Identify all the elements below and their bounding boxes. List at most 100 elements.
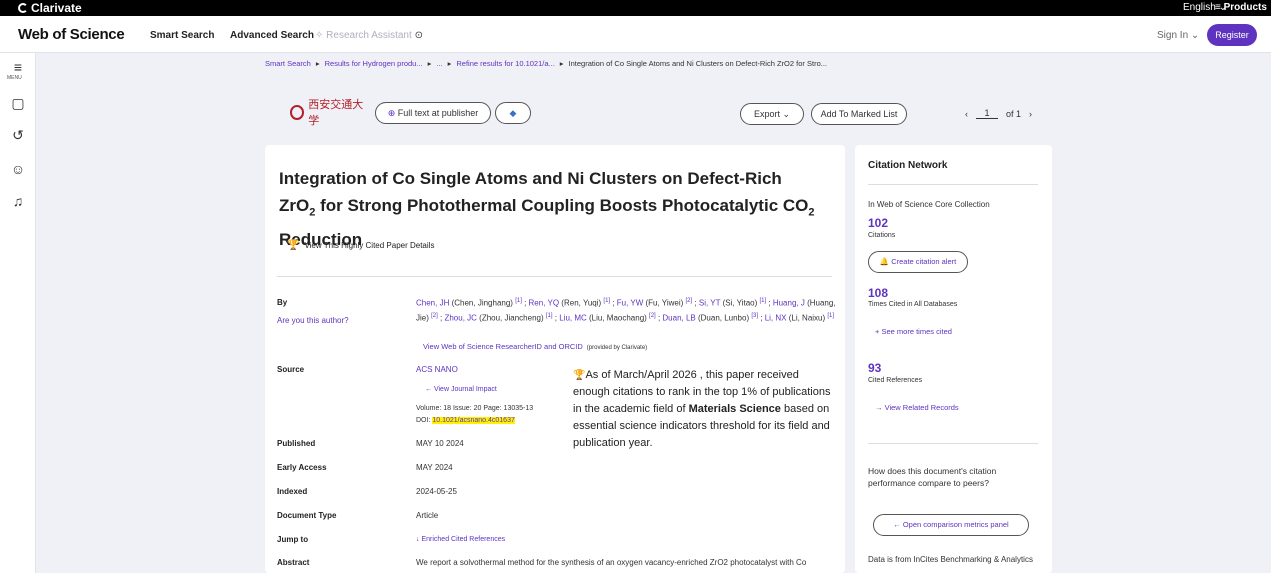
- breadcrumb: Smart Search ▸ Results for Hydrogen prod…: [265, 59, 827, 68]
- diamond-icon: ◆: [509, 108, 517, 118]
- app-header: Web of Science Smart Search Advanced Sea…: [0, 16, 1271, 53]
- times-cited-all-count[interactable]: 108: [868, 286, 888, 300]
- highly-cited-note: 🏆As of March/April 2026 , this paper rec…: [573, 367, 835, 452]
- profile-icon[interactable]: ☺: [9, 161, 27, 179]
- web-of-science-logo[interactable]: Web of Science: [18, 26, 125, 43]
- open-comparison-label: Open comparison metrics panel: [902, 520, 1009, 529]
- journal-impact-label: View Journal Impact: [433, 386, 497, 393]
- author-link[interactable]: Fu, YW: [617, 299, 644, 308]
- label-early-access: Early Access: [277, 463, 327, 472]
- volume-issue-page: Volume: 18 Issue: 20 Page: 13035-13: [416, 405, 534, 412]
- capsule-button[interactable]: ◆: [495, 102, 531, 124]
- open-comparison-button[interactable]: ← Open comparison metrics panel: [873, 514, 1029, 536]
- divider: [277, 276, 832, 277]
- clarivate-logo-icon: [18, 3, 28, 13]
- author-affiliation[interactable]: [3]: [751, 313, 758, 319]
- alerts-bell-icon[interactable]: ♫: [9, 193, 27, 211]
- label-source: Source: [277, 365, 305, 374]
- citation-network-heading: Citation Network: [868, 160, 948, 171]
- author-link[interactable]: Huang, J: [773, 299, 805, 308]
- divider: [868, 443, 1038, 444]
- author-affiliation[interactable]: [1]: [515, 298, 522, 304]
- author-link[interactable]: Si, YT: [699, 299, 721, 308]
- see-more-times-cited-link[interactable]: + See more times cited: [875, 327, 952, 336]
- author-link[interactable]: Chen, JH: [416, 299, 449, 308]
- info-icon: ⊙: [414, 30, 423, 41]
- register-button[interactable]: Register: [1207, 24, 1257, 46]
- page-number-input[interactable]: 1: [976, 108, 998, 119]
- breadcrumb-smart-search[interactable]: Smart Search: [265, 59, 311, 68]
- nav-advanced-search[interactable]: Advanced Search: [230, 30, 314, 41]
- journal-impact-link[interactable]: ← View Journal Impact: [425, 386, 497, 393]
- nav-smart-search[interactable]: Smart Search: [150, 30, 214, 41]
- times-cited-all-label: Times Cited in All Databases: [868, 301, 958, 308]
- breadcrumb-sep-icon: ▸: [427, 59, 432, 68]
- sign-in-menu[interactable]: Sign In ⌄: [1157, 30, 1199, 41]
- citations-label: Citations: [868, 232, 896, 239]
- citations-count[interactable]: 102: [868, 216, 888, 230]
- prev-record-icon[interactable]: ‹: [965, 109, 968, 119]
- products-menu[interactable]: ≡ Products: [1215, 2, 1267, 13]
- view-related-label: View Related Records: [884, 403, 959, 412]
- university-logo[interactable]: 西安交通大学: [290, 98, 370, 127]
- marked-list-icon[interactable]: ▢: [9, 95, 27, 113]
- provided-by: (provided by Clarivate): [586, 345, 648, 351]
- arrow-right-icon: →: [875, 403, 885, 412]
- university-seal-icon: [290, 104, 305, 120]
- view-related-records-link[interactable]: → View Related Records: [875, 403, 959, 412]
- left-rail: ≡ MENU ▢ ↺ ☺ ♫: [0, 53, 36, 573]
- trophy-icon: 🏆: [573, 370, 586, 381]
- author-separator: ;: [766, 298, 773, 308]
- trophy-icon: 🏆: [287, 240, 300, 251]
- title-subscript: 2: [808, 206, 815, 219]
- author-link[interactable]: Li, NX: [765, 313, 787, 322]
- export-button[interactable]: Export ⌄: [740, 103, 804, 125]
- early-access-date: MAY 2024: [416, 463, 453, 472]
- next-record-icon[interactable]: ›: [1029, 109, 1032, 119]
- author-link[interactable]: Duan, LB: [662, 313, 695, 322]
- author-full-name: (Fu, Yiwei): [643, 298, 686, 308]
- title-part: for Strong Photothermal Coupling Boosts …: [315, 196, 809, 215]
- nav-research-assistant-label: Research Assistant: [326, 30, 412, 41]
- compare-question: How does this document's citation perfor…: [868, 466, 997, 488]
- breadcrumb-sep-icon: ▸: [315, 59, 320, 68]
- breadcrumb-sep-icon: ▸: [559, 59, 564, 68]
- breadcrumb-refine[interactable]: Refine results for 10.1021/a...: [456, 59, 554, 68]
- see-more-label: See more times cited: [881, 327, 952, 336]
- breadcrumb-ellipsis[interactable]: ...: [436, 59, 442, 68]
- author-link[interactable]: Liu, MC: [559, 313, 587, 322]
- clarivate-logo[interactable]: Clarivate: [18, 1, 82, 15]
- breadcrumb-results[interactable]: Results for Hydrogen produ...: [325, 59, 423, 68]
- author-link[interactable]: Ren, YQ: [529, 299, 560, 308]
- cited-references-count[interactable]: 93: [868, 361, 881, 375]
- create-citation-alert-button[interactable]: 🔔 Create citation alert: [868, 251, 968, 273]
- source-journal-link[interactable]: ACS NANO: [416, 365, 458, 374]
- author-full-name: (Ren, Yuqi): [559, 298, 604, 308]
- author-list: Chen, JH (Chen, Jinghang) [1] ; Ren, YQ …: [416, 295, 836, 324]
- university-name: 西安交通大学: [308, 98, 364, 127]
- full-text-button[interactable]: ⊕ Full text at publisher: [375, 102, 491, 124]
- author-affiliation[interactable]: [1]: [546, 313, 553, 319]
- author-separator: ;: [521, 298, 529, 308]
- author-affiliation[interactable]: [2]: [431, 313, 438, 319]
- author-link[interactable]: Zhou, JC: [444, 313, 476, 322]
- author-full-name: (Chen, Jinghang): [449, 298, 516, 308]
- highly-cited-link[interactable]: 🏆 View This Highly Cited Paper Details: [287, 240, 434, 251]
- breadcrumb-sep-icon: ▸: [447, 59, 452, 68]
- author-affiliation[interactable]: [2]: [649, 313, 656, 319]
- researcher-id-link[interactable]: View Web of Science ResearcherID and ORC…: [423, 342, 583, 351]
- add-to-marked-list-button[interactable]: Add To Marked List: [811, 103, 907, 125]
- citation-network-panel: Citation Network In Web of Science Core …: [855, 145, 1052, 573]
- create-citation-alert-label: Create citation alert: [891, 257, 957, 266]
- bell-icon: 🔔: [879, 257, 890, 266]
- doi-link[interactable]: 10.1021/acsnano.4c01637: [432, 417, 515, 424]
- arrow-left-icon: ←: [425, 386, 434, 393]
- core-collection-label: In Web of Science Core Collection: [868, 200, 990, 209]
- page-total: of 1: [1006, 108, 1022, 119]
- are-you-this-author-link[interactable]: Are you this author?: [277, 316, 349, 325]
- jump-to-enriched-refs[interactable]: ↓ Enriched Cited References: [416, 536, 505, 543]
- history-icon[interactable]: ↺: [9, 127, 27, 145]
- divider: [868, 184, 1038, 185]
- author-affiliation[interactable]: [1]: [827, 313, 834, 319]
- nav-research-assistant[interactable]: ✧ Research Assistant ⊙: [315, 30, 423, 41]
